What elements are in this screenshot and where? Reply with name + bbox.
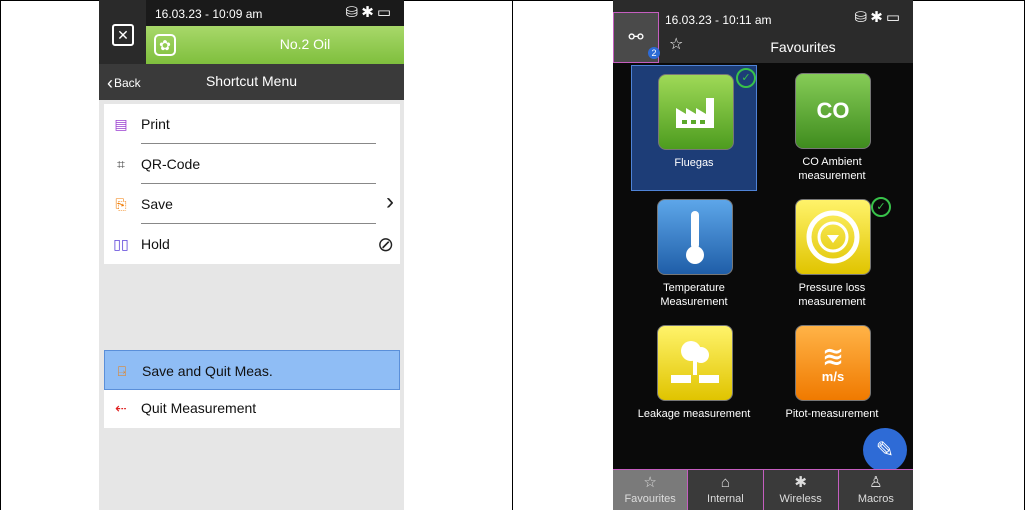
chevron-right-icon: ›: [386, 188, 394, 215]
save-quit-icon: ⍈: [117, 363, 127, 379]
bluetooth-icon: ✱: [794, 474, 807, 491]
tile-label: Pressure loss measurement: [798, 282, 866, 308]
check-circle-icon: ✓: [736, 68, 756, 88]
battery-icon: ▭: [376, 4, 394, 21]
fuel-title: No.2 Oil: [279, 36, 331, 52]
tile-label: Temperature Measurement: [660, 282, 728, 308]
pause-icon: ▯▯: [113, 236, 129, 252]
edit-favourites-button[interactable]: ✎: [863, 428, 907, 472]
status-time: 16.03.23 - 10:11 am: [665, 13, 772, 27]
menu-item-save-and-quit[interactable]: ⍈ Save and Quit Meas.: [104, 350, 400, 390]
wind-icon: ≋: [822, 340, 844, 371]
tab-label: Favourites: [624, 493, 676, 505]
tab-label: Internal: [707, 493, 744, 505]
tab-internal[interactable]: ⌂ Internal: [688, 470, 764, 510]
tile-pitot[interactable]: ≋ m/s Pitot-measurement: [769, 317, 895, 443]
measurement-title-bar: ✿ No.2 Oil: [146, 26, 404, 64]
nav-bar: ‹Back Shortcut Menu: [99, 64, 404, 100]
pressure-glyph: [806, 210, 860, 264]
status-icons: ⛁✱▭: [346, 3, 394, 21]
menu-item-label: Save and Quit Meas.: [142, 363, 273, 379]
close-panel: ✕: [99, 0, 146, 64]
tile-label: Pitot-measurement: [785, 408, 879, 420]
bluetooth-icon: ✱: [361, 4, 377, 21]
close-button[interactable]: ✕: [112, 24, 134, 46]
bottom-tab-bar: ☆ Favourites ⌂ Internal ✱ Wireless ♙ Mac…: [613, 469, 913, 510]
exit-icon: ⇠: [115, 400, 127, 416]
factory-icon: [658, 74, 734, 150]
page-title: Favourites: [770, 39, 836, 55]
page-title: Shortcut Menu: [205, 73, 298, 89]
close-icon: ✕: [117, 27, 129, 43]
favourites-screen: ⚯ 2 16.03.23 - 10:11 am ⛁✱▭ ☆ Favourites…: [613, 0, 913, 510]
tab-macros[interactable]: ♙ Macros: [839, 470, 913, 510]
tile-temperature[interactable]: Temperature Measurement: [631, 191, 757, 317]
menu-item-print[interactable]: ▤ Print: [104, 104, 400, 144]
tile-fluegas[interactable]: Fluegas ✓: [631, 65, 757, 191]
co-icon: CO: [795, 73, 871, 149]
menu-item-label: QR-Code: [141, 156, 201, 172]
menu-item-quit-measurement[interactable]: ⇠ Quit Measurement: [104, 388, 400, 428]
menu-item-label: Quit Measurement: [141, 400, 257, 416]
edit-icon: ✎: [875, 437, 895, 462]
tile-label: Fluegas: [674, 157, 714, 169]
leakage-icon: [657, 325, 733, 401]
tile-leakage[interactable]: Leakage measurement: [631, 317, 757, 443]
user-icon: ♙: [869, 474, 883, 491]
pressure-loss-icon: [795, 199, 871, 275]
status-time: 16.03.23 - 10:09 am: [155, 7, 263, 21]
menu-item-save[interactable]: ⎘ Save ›: [104, 184, 400, 224]
shortcut-list: ▤ Print ⌗ QR-Code ⎘ Save › ▯▯ Hold ⊘: [104, 104, 400, 264]
home-icon: ⌂: [720, 474, 730, 491]
tab-label: Wireless: [779, 493, 822, 505]
unit-text: m/s: [821, 368, 845, 384]
frame-line: [0, 0, 1, 510]
thermometer-icon: [657, 199, 733, 275]
database-icon: ⛁: [854, 9, 871, 26]
shortcut-menu-screen: 16.03.23 - 10:09 am ⛁✱▭ ✕ ✿ No.2 Oil ‹Ba…: [99, 0, 404, 510]
menu-item-label: Hold: [141, 236, 170, 252]
thermometer-glyph: [686, 211, 704, 264]
bluetooth-icon: ✱: [870, 9, 886, 26]
star-icon: ☆: [643, 474, 657, 491]
leakage-glyph: [671, 341, 719, 383]
tile-label: CO Ambient measurement: [798, 156, 866, 182]
tab-wireless[interactable]: ✱ Wireless: [764, 470, 839, 510]
printer-icon: ▤: [114, 116, 128, 132]
check-circle-icon[interactable]: ⊘: [377, 232, 394, 257]
database-icon: ⛁: [345, 4, 362, 21]
co-icon-text: CO: [816, 98, 850, 123]
wind-speed-icon: ≋ m/s: [795, 325, 871, 401]
tile-label: Leakage measurement: [637, 408, 751, 420]
menu-item-hold[interactable]: ▯▯ Hold ⊘: [104, 224, 400, 264]
top-bar: ⚯ 2 16.03.23 - 10:11 am ⛁✱▭ ☆ Favourites: [613, 0, 913, 63]
check-circle-icon: ✓: [871, 197, 891, 217]
save-icon: ⎘: [115, 196, 127, 212]
menu-item-qr-code[interactable]: ⌗ QR-Code: [104, 144, 400, 184]
menu-item-label: Print: [141, 116, 170, 132]
menu-item-label: Save: [141, 196, 173, 212]
status-icons: ⛁✱▭: [855, 8, 903, 26]
quit-list: ⍈ Save and Quit Meas. ⇠ Quit Measurement: [104, 350, 400, 428]
frame-line: [512, 0, 513, 510]
qr-code-icon: ⌗: [117, 156, 125, 172]
screen-root: 16.03.23 - 10:09 am ⛁✱▭ ✕ ✿ No.2 Oil ‹Ba…: [0, 0, 1025, 510]
tile-pressure-loss[interactable]: Pressure loss measurement ✓: [769, 191, 895, 317]
tile-co-ambient[interactable]: CO CO Ambient measurement: [769, 65, 895, 191]
battery-icon: ▭: [885, 9, 903, 26]
tab-favourites[interactable]: ☆ Favourites: [613, 470, 689, 510]
tab-label: Macros: [857, 493, 894, 505]
favourites-grid: Fluegas ✓ CO CO Ambient measurement Temp…: [613, 63, 913, 469]
factory-glyph: [676, 98, 714, 128]
